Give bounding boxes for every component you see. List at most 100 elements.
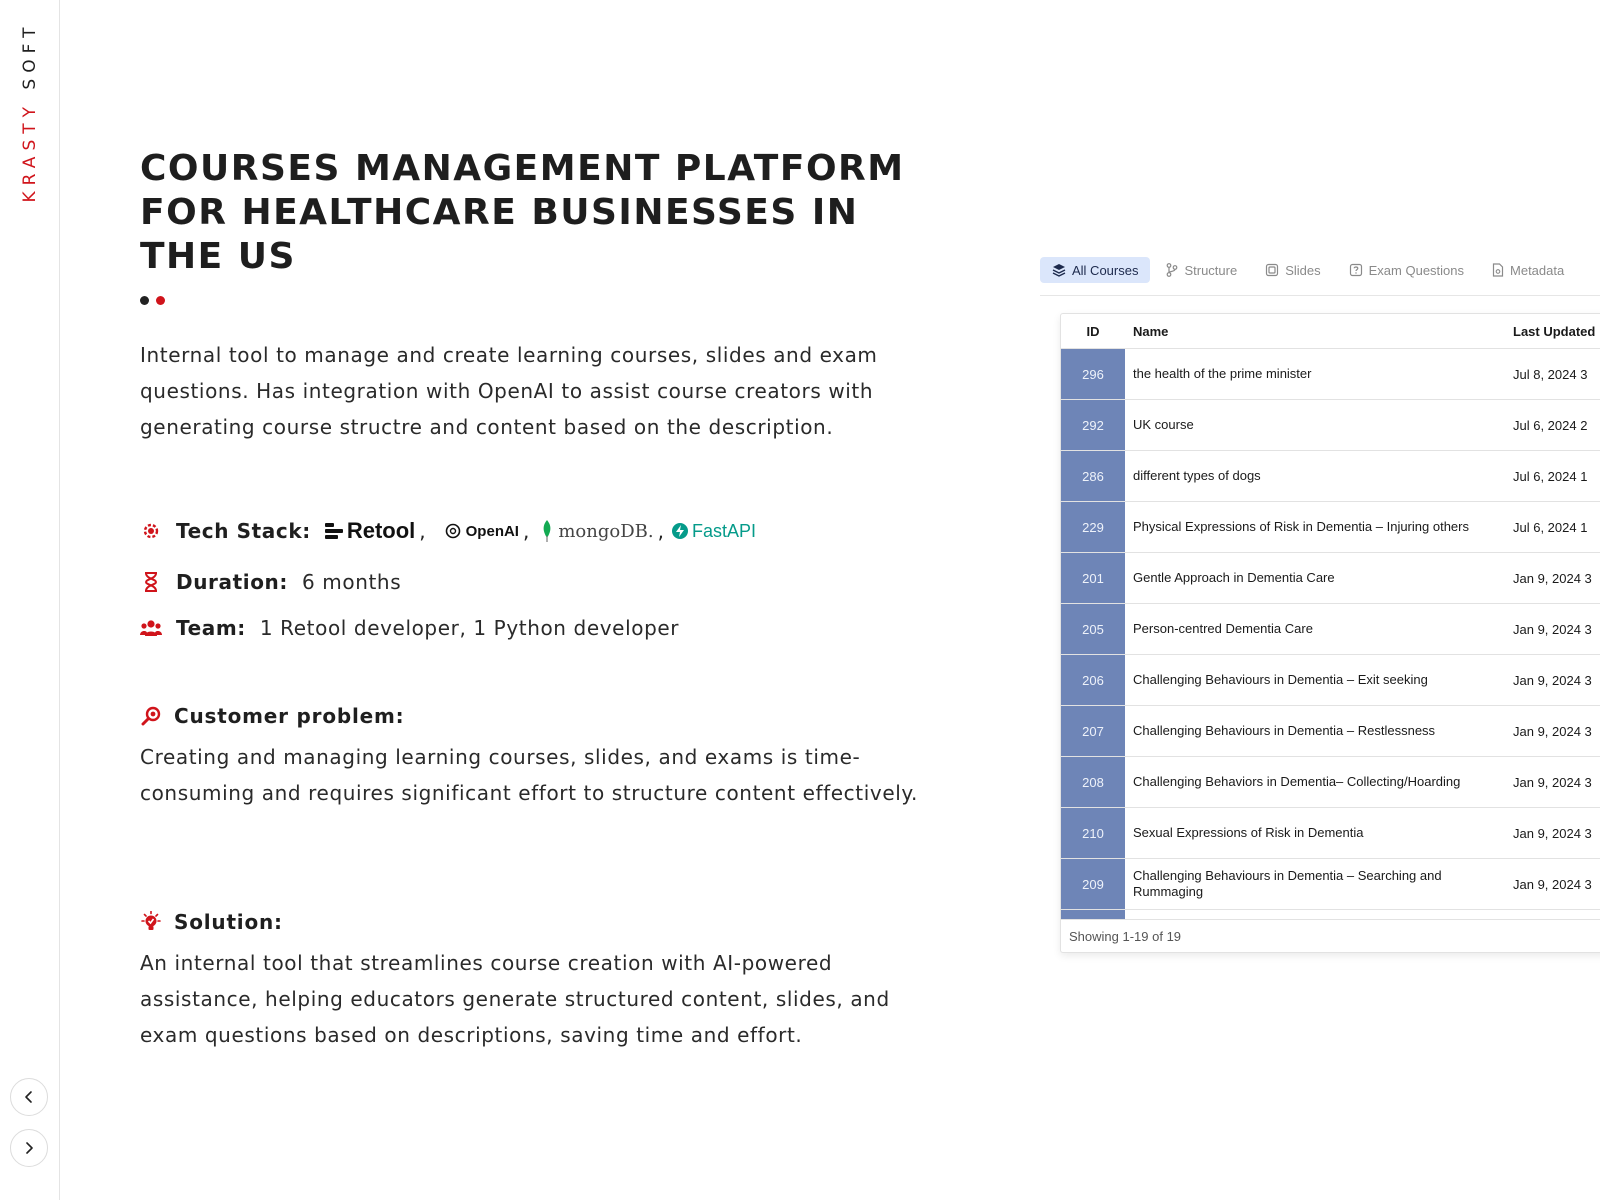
fastapi-icon — [671, 523, 688, 539]
question-icon — [1349, 263, 1362, 277]
row-id: 209 — [1061, 859, 1125, 909]
mongodb-leaf-icon — [543, 520, 551, 542]
hourglass-icon — [140, 571, 162, 593]
row-updated: Jan 9, 2024 3 — [1513, 672, 1592, 688]
row-name: Challenging Behaviours in Dementia – Res… — [1133, 723, 1436, 738]
row-name: Challenging Behaviors in Dementia– Colle… — [1133, 774, 1461, 789]
row-name: Person-centred Dementia Care — [1133, 621, 1313, 636]
tab-structure[interactable]: Structure — [1154, 257, 1249, 283]
chevron-left-icon — [25, 1091, 32, 1103]
row-id: 205 — [1061, 604, 1125, 654]
table-row[interactable]: 210 Sexual Expressions of Risk in Dementi… — [1061, 808, 1600, 859]
column-name[interactable]: Name — [1125, 324, 1513, 339]
row-updated: Jan 9, 2024 3 — [1513, 774, 1592, 790]
table-row[interactable]: 206 Challenging Behaviours in Dementia – … — [1061, 655, 1600, 706]
tab-metadata[interactable]: Metadata — [1480, 257, 1576, 283]
table-footer: Showing 1-19 of 19 — [1061, 919, 1600, 952]
row-updated: Jul 8, 2024 3 — [1513, 366, 1588, 382]
row-name: UK course — [1133, 417, 1194, 432]
table-row[interactable]: 208 Challenging Behaviors in Dementia– Co… — [1061, 757, 1600, 808]
courses-table: ID Name Last Updated 296 the health of th… — [1060, 313, 1600, 953]
row-id: 292 — [1061, 400, 1125, 450]
row-updated: Jan 9, 2024 3 — [1513, 621, 1592, 637]
row-updated: Jul 6, 2024 1 — [1513, 519, 1588, 535]
tab-slides[interactable]: Slides — [1253, 257, 1332, 283]
row-id: 229 — [1061, 502, 1125, 552]
row-updated: Jul 6, 2024 2 — [1513, 417, 1588, 433]
magnifier-icon — [140, 705, 162, 727]
row-updated: Jan 9, 2024 3 — [1513, 723, 1592, 739]
customer-problem-text: Creating and managing learning courses, … — [140, 745, 918, 805]
row-name: different types of dogs — [1133, 468, 1261, 483]
team-row: Team: 1 Retool developer, 1 Python devel… — [140, 612, 679, 644]
mongodb-logo: mongoDB. — [541, 520, 654, 542]
row-id: 208 — [1061, 757, 1125, 807]
indicator-dot-active — [156, 296, 165, 305]
team-value: 1 Retool developer, 1 Python developer — [259, 616, 680, 640]
tab-all-courses[interactable]: All Courses — [1040, 257, 1151, 283]
table-row[interactable]: 292 UK course Jul 6, 2024 2 — [1061, 400, 1600, 451]
duration-row: Duration: 6 months — [140, 566, 401, 598]
table-row[interactable]: 205 Person-centred Dementia Care Jan 9, 20… — [1061, 604, 1600, 655]
course-tabs: All Courses Structure Slides Exam Questi… — [1040, 256, 1580, 284]
customer-problem-title: Customer problem: — [174, 704, 405, 728]
tab-exam-questions[interactable]: Exam Questions — [1337, 257, 1476, 283]
chevron-right-icon — [26, 1142, 33, 1154]
users-icon — [140, 617, 162, 639]
openai-logo: OpenAI — [444, 522, 519, 540]
gear-brain-icon — [140, 520, 162, 542]
tech-stack-row: Tech Stack: Retool , OpenAI , mongoDB. ,… — [140, 515, 756, 547]
fastapi-logo: FastAPI — [671, 521, 756, 542]
row-id: 296 — [1061, 349, 1125, 399]
table-row[interactable]: 296 the health of the prime minister Jul 8… — [1061, 349, 1600, 400]
solution-title: Solution: — [174, 910, 283, 934]
row-name: Gentle Approach in Dementia Care — [1133, 570, 1335, 585]
column-id[interactable]: ID — [1061, 324, 1125, 339]
customer-problem-heading: Customer problem: — [140, 701, 404, 731]
table-row[interactable]: 286 different types of dogs Jul 6, 2024 1 — [1061, 451, 1600, 502]
table-header: ID Name Last Updated — [1061, 314, 1600, 349]
team-label: Team: — [176, 616, 246, 640]
openai-icon — [445, 523, 460, 539]
retool-logo: Retool — [324, 518, 415, 544]
row-id — [1061, 910, 1125, 919]
row-name: Sexual Expressions of Risk in Dementia — [1133, 825, 1364, 840]
prev-slide-button[interactable] — [10, 1078, 48, 1116]
next-slide-button[interactable] — [10, 1129, 48, 1167]
indicator-dot — [140, 296, 149, 305]
company-logo: KRASTY SOFT — [20, 21, 40, 203]
row-name: Challenging Behaviours in Dementia – Exi… — [1133, 672, 1428, 687]
solution-text: An internal tool that streamlines course… — [140, 951, 890, 1047]
table-row[interactable]: 207 Challenging Behaviours in Dementia – … — [1061, 706, 1600, 757]
slides-icon — [1266, 263, 1279, 277]
table-row[interactable]: 201 Gentle Approach in Dementia Care Jan 9… — [1061, 553, 1600, 604]
lightbulb-icon — [140, 911, 162, 933]
duration-value: 6 months — [302, 570, 402, 594]
table-row-partial[interactable] — [1061, 910, 1600, 919]
page-title: COURSES MANAGEMENT PLATFORM FOR HEALTHCA… — [140, 148, 905, 277]
left-rail: KRASTY SOFT — [0, 0, 60, 1200]
table-row[interactable]: 209 Challenging Behaviours in Dementia – … — [1061, 859, 1600, 910]
intro-text: Internal tool to manage and create learn… — [140, 343, 878, 439]
slide-indicator — [140, 296, 165, 305]
table-row[interactable]: 229 Physical Expressions of Risk in Demen… — [1061, 502, 1600, 553]
duration-label: Duration: — [176, 570, 288, 594]
row-updated: Jan 9, 2024 3 — [1513, 825, 1592, 841]
solution-heading: Solution: — [140, 907, 283, 937]
row-updated: Jan 9, 2024 3 — [1513, 876, 1592, 892]
row-name: the health of the prime minister — [1133, 366, 1312, 381]
row-updated: Jan 9, 2024 3 — [1513, 570, 1592, 586]
column-last-updated[interactable]: Last Updated — [1513, 324, 1600, 339]
retool-icon — [324, 523, 343, 539]
tech-stack-label: Tech Stack: — [176, 519, 311, 543]
table-body[interactable]: 296 the health of the prime minister Jul 8… — [1061, 349, 1600, 919]
row-name: Physical Expressions of Risk in Dementia… — [1133, 519, 1469, 534]
row-updated: Jul 6, 2024 1 — [1513, 468, 1588, 484]
row-name: Challenging Behaviours in Dementia – Sea… — [1133, 868, 1442, 899]
row-id: 210 — [1061, 808, 1125, 858]
tabs-divider — [1040, 295, 1600, 296]
row-id: 201 — [1061, 553, 1125, 603]
row-id: 206 — [1061, 655, 1125, 705]
branch-icon — [1167, 263, 1178, 277]
row-id: 207 — [1061, 706, 1125, 756]
